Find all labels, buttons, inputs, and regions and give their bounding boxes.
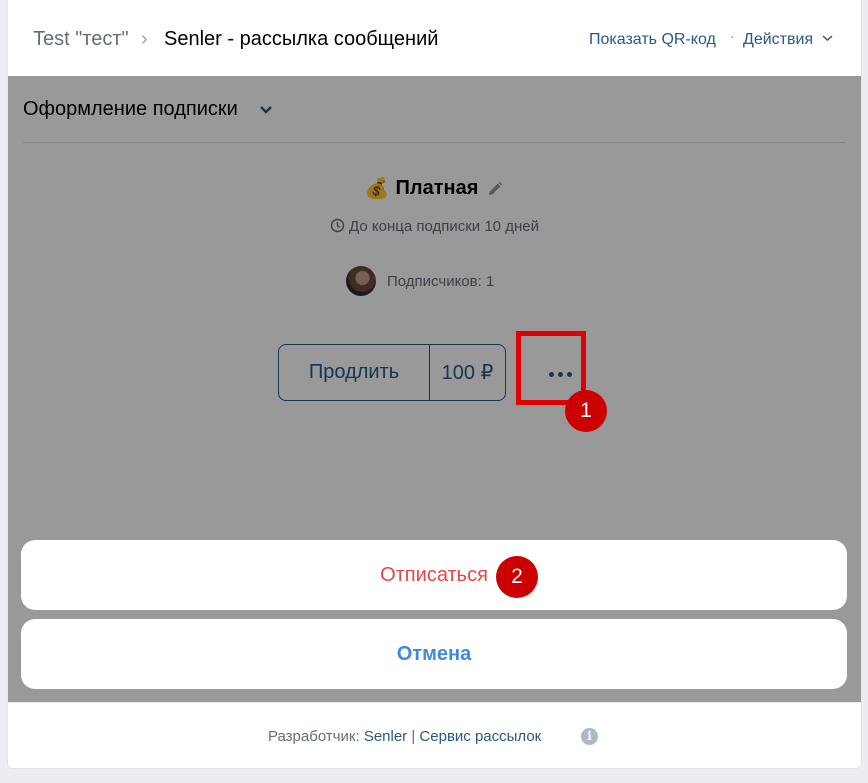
breadcrumb-group[interactable]: Test "тест"	[33, 28, 129, 51]
actions-dropdown[interactable]: Действия	[743, 31, 813, 49]
annotation-marker-2: 2	[496, 556, 538, 598]
footer-separator: |	[411, 728, 416, 745]
annotation-marker-1: 1	[565, 390, 607, 432]
unsubscribe-button[interactable]: Отписаться	[21, 540, 847, 610]
cancel-button[interactable]: Отмена	[21, 619, 847, 689]
developer-label: Разработчик:	[268, 728, 360, 745]
header-dot-separator: ·	[730, 28, 735, 44]
developer-link[interactable]: Senler	[364, 728, 407, 745]
service-link[interactable]: Сервис рассылок	[419, 728, 541, 745]
breadcrumb-chevron-icon: ›	[141, 28, 148, 50]
info-icon[interactable]: i	[581, 728, 598, 745]
top-header: Test "тест" › Senler - рассылка сообщени…	[8, 0, 861, 77]
breadcrumb-app-title: Senler - рассылка сообщений	[164, 28, 439, 50]
app-frame: Test "тест" › Senler - рассылка сообщени…	[7, 0, 862, 769]
show-qr-link[interactable]: Показать QR-код	[589, 31, 716, 49]
footer-credits: Разработчик: Senler | Сервис рассылок	[268, 728, 541, 745]
chevron-down-icon[interactable]	[821, 33, 834, 43]
footer: Разработчик: Senler | Сервис рассылок i	[8, 702, 861, 768]
